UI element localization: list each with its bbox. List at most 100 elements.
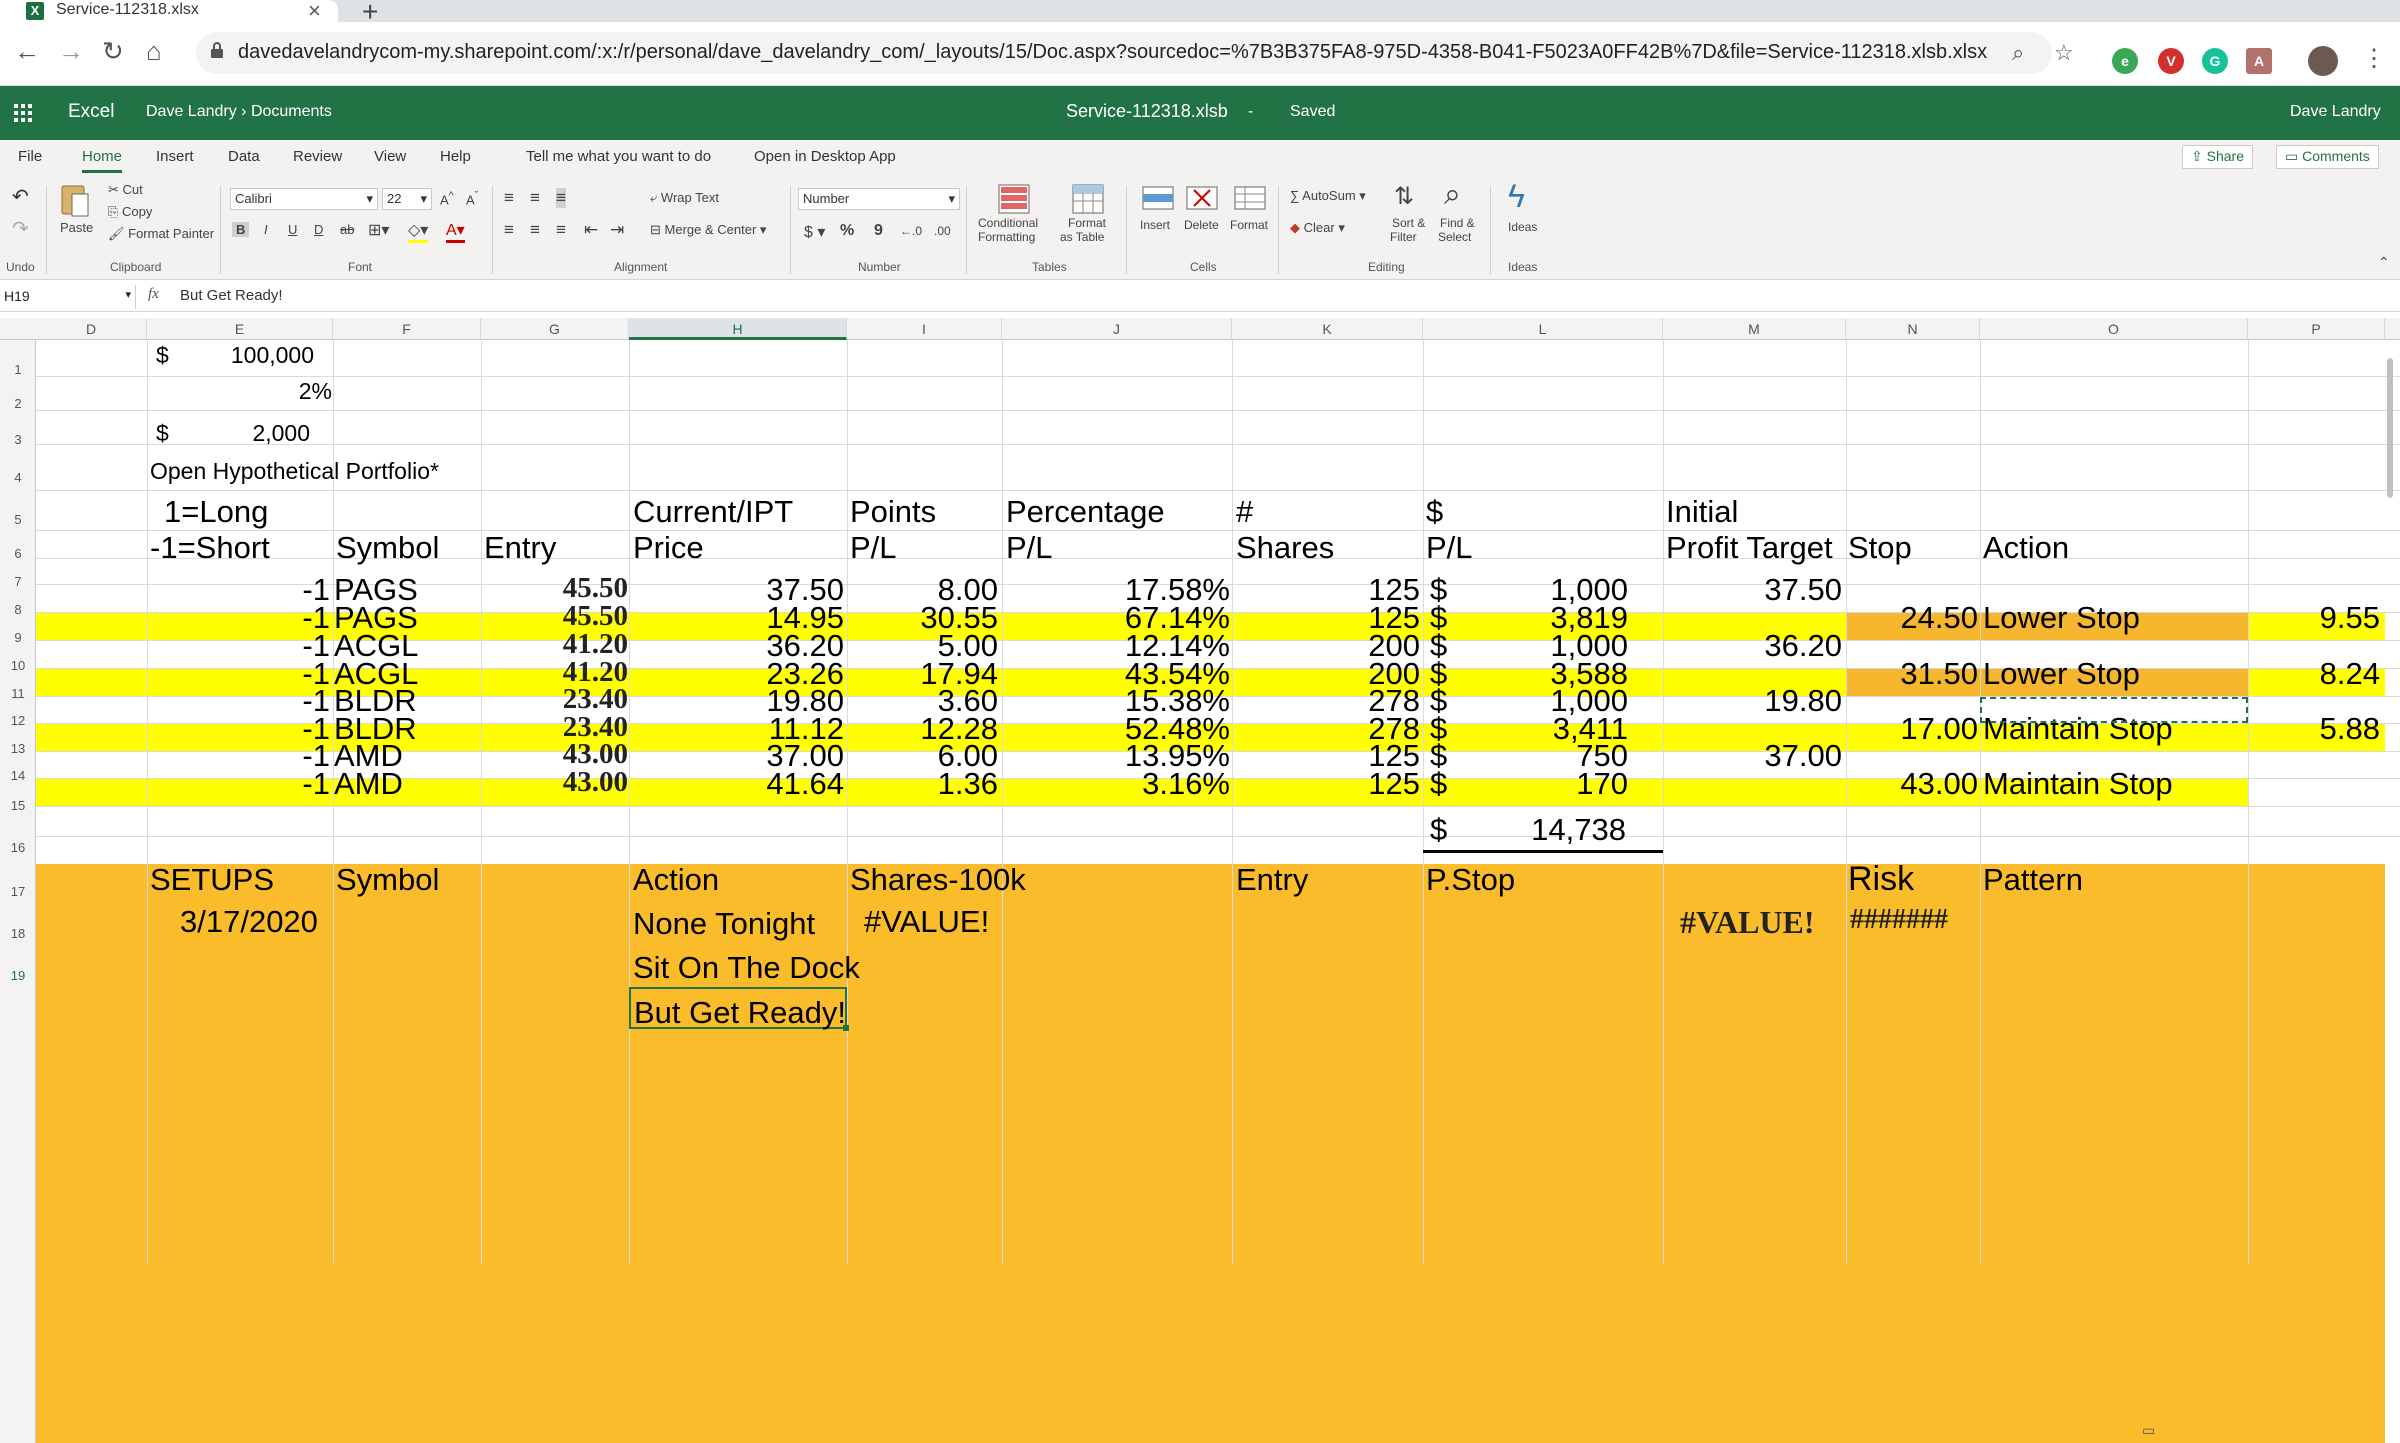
cell-i6[interactable]: P/L bbox=[850, 530, 897, 566]
increase-font-icon[interactable]: A^ bbox=[440, 190, 454, 207]
row-header-9[interactable]: 9 bbox=[0, 630, 36, 645]
trade-percent-cell[interactable]: 3.16% bbox=[1006, 766, 1230, 802]
sort-filter-label-1[interactable]: Sort & bbox=[1392, 216, 1425, 230]
trade-pl-cell[interactable]: 170 bbox=[1460, 766, 1628, 802]
row-header-2[interactable]: 2 bbox=[0, 396, 36, 411]
reload-icon[interactable]: ↻ bbox=[102, 36, 124, 67]
trade-p-value-cell[interactable]: 8.24 bbox=[2252, 656, 2380, 692]
fill-handle[interactable] bbox=[843, 1025, 849, 1031]
cell-e6[interactable]: -1=Short bbox=[150, 530, 270, 566]
trade-price-cell[interactable]: 41.64 bbox=[632, 766, 844, 802]
format-painter-button[interactable]: 🖌 Format Painter bbox=[108, 226, 214, 242]
row-header-4[interactable]: 4 bbox=[0, 470, 36, 485]
row-header-12[interactable]: 12 bbox=[0, 713, 36, 728]
find-select-label-1[interactable]: Find & bbox=[1440, 216, 1475, 230]
paste-label[interactable]: Paste bbox=[60, 220, 93, 235]
tab-view[interactable]: View bbox=[374, 148, 406, 165]
collapse-ribbon-icon[interactable]: ⌃ bbox=[2378, 254, 2390, 271]
cell-k5[interactable]: # bbox=[1236, 494, 1253, 530]
cell-e1[interactable]: 100,000 bbox=[160, 342, 314, 369]
spreadsheet-grid[interactable]: D E F G H I J K L M N O P 1 2 3 4 5 6 7 … bbox=[0, 312, 2400, 1443]
cell-m5[interactable]: Initial bbox=[1666, 494, 1738, 530]
cell-l6[interactable]: P/L bbox=[1426, 530, 1473, 566]
minimize-icon[interactable]: – bbox=[2294, 0, 2304, 9]
tab-home[interactable]: Home bbox=[82, 148, 123, 173]
insert-cells-label[interactable]: Insert bbox=[1140, 218, 1170, 232]
borders-icon[interactable]: ⊞▾ bbox=[368, 220, 389, 240]
cell-g6[interactable]: Entry bbox=[484, 530, 556, 566]
share-button[interactable]: ⇪ Share bbox=[2182, 145, 2253, 169]
decrease-decimal-icon[interactable]: .00 bbox=[934, 224, 951, 238]
row-header-8[interactable]: 8 bbox=[0, 602, 36, 617]
format-as-table-label-1[interactable]: Format bbox=[1068, 216, 1106, 230]
row-header-18[interactable]: 18 bbox=[0, 926, 36, 941]
cell-l5[interactable]: $ bbox=[1426, 494, 1443, 530]
row-header-19[interactable]: 19 bbox=[0, 968, 36, 983]
row-header-16[interactable]: 16 bbox=[0, 840, 36, 855]
find-select-label-2[interactable]: Select bbox=[1438, 230, 1471, 244]
decrease-font-icon[interactable]: Aˇ bbox=[466, 190, 478, 207]
fx-icon[interactable]: fx bbox=[148, 286, 159, 303]
row-header-1[interactable]: 1 bbox=[0, 362, 36, 377]
row-header-13[interactable]: 13 bbox=[0, 741, 36, 756]
cut-button[interactable]: ✂ Cut bbox=[108, 182, 143, 198]
format-cells-icon[interactable] bbox=[1234, 186, 1266, 210]
wrap-text-button[interactable]: ⤶ Wrap Text bbox=[650, 190, 719, 206]
ideas-label[interactable]: Ideas bbox=[1508, 220, 1537, 234]
undo-icon[interactable]: ↶ bbox=[12, 184, 29, 209]
cell-o6[interactable]: Action bbox=[1983, 530, 2069, 566]
tab-help[interactable]: Help bbox=[440, 148, 471, 165]
currency-icon[interactable]: $ ▾ bbox=[804, 222, 825, 242]
trade-action-cell[interactable]: Maintain Stop bbox=[1983, 766, 2243, 802]
pdf-extension-icon[interactable]: A bbox=[2246, 48, 2272, 74]
trade-points-cell[interactable]: 1.36 bbox=[850, 766, 998, 802]
cell-l16[interactable]: P.Stop bbox=[1426, 862, 1515, 898]
row-header-5[interactable]: 5 bbox=[0, 512, 36, 527]
merge-center-button[interactable]: ⊟ Merge & Center ▾ bbox=[650, 222, 766, 238]
conditional-label-2[interactable]: Formatting bbox=[978, 230, 1035, 244]
extension-v-icon[interactable]: V bbox=[2158, 48, 2184, 74]
delete-cells-label[interactable]: Delete bbox=[1184, 218, 1219, 232]
number-format-select[interactable]: Number ▾ bbox=[798, 188, 960, 210]
paste-options-icon[interactable]: ▭ bbox=[2142, 1422, 2155, 1439]
column-header-m[interactable]: M bbox=[1663, 318, 1846, 340]
strikethrough-button[interactable]: ab bbox=[340, 222, 354, 237]
trade-target-cell[interactable]: 36.20 bbox=[1666, 628, 1842, 664]
sort-filter-icon[interactable]: ⇅ bbox=[1394, 182, 1414, 211]
cell-o16[interactable]: Pattern bbox=[1983, 862, 2083, 898]
user-name[interactable]: Dave Landry bbox=[2290, 103, 2381, 121]
formula-input[interactable]: But Get Ready! bbox=[180, 287, 283, 304]
column-header-e[interactable]: E bbox=[147, 318, 333, 340]
font-color-icon[interactable]: A▾ bbox=[446, 220, 465, 243]
comma-style-icon[interactable]: 9 bbox=[874, 222, 883, 240]
tell-me-search[interactable]: Tell me what you want to do bbox=[526, 148, 711, 165]
column-header-h[interactable]: H bbox=[629, 318, 847, 340]
cell-i5[interactable]: Points bbox=[850, 494, 936, 530]
align-top-icon[interactable]: ≡ bbox=[504, 188, 514, 208]
active-cell-h19[interactable]: But Get Ready! bbox=[629, 987, 847, 1030]
cell-m17-error[interactable]: #VALUE! bbox=[1680, 904, 1815, 941]
ideas-icon[interactable]: ϟ bbox=[1508, 178, 1525, 215]
conditional-label-1[interactable]: Conditional bbox=[978, 216, 1038, 230]
cell-n6[interactable]: Stop bbox=[1848, 530, 1912, 566]
conditional-formatting-icon[interactable] bbox=[998, 184, 1030, 214]
cell-m6[interactable]: Profit Target bbox=[1666, 530, 1833, 566]
cell-e4-portfolio-title[interactable]: Open Hypothetical Portfolio* bbox=[150, 458, 439, 485]
document-title[interactable]: Service-112318.xlsb bbox=[1066, 101, 1228, 122]
sort-filter-label-2[interactable]: Filter bbox=[1390, 230, 1417, 244]
font-size-select[interactable]: 22 ▾ bbox=[382, 188, 432, 210]
bold-button[interactable]: B bbox=[232, 222, 250, 237]
cell-e3[interactable]: 2,000 bbox=[160, 420, 310, 447]
comments-button[interactable]: ▭ Comments bbox=[2276, 145, 2379, 169]
cell-l15-total[interactable]: 14,738 bbox=[1440, 812, 1626, 848]
breadcrumb-folder[interactable]: Documents bbox=[251, 103, 332, 120]
trade-stop-cell[interactable]: 43.00 bbox=[1850, 766, 1978, 802]
row-header-17[interactable]: 17 bbox=[0, 884, 36, 899]
row-header-7[interactable]: 7 bbox=[0, 574, 36, 589]
column-header-n[interactable]: N bbox=[1846, 318, 1980, 340]
close-tab-icon[interactable]: × bbox=[308, 0, 321, 24]
fill-color-icon[interactable]: ◇▾ bbox=[408, 220, 429, 243]
autosum-button[interactable]: ∑ AutoSum ▾ bbox=[1290, 188, 1366, 204]
cell-i16[interactable]: Shares-100k bbox=[850, 862, 1026, 898]
cell-f16[interactable]: Symbol bbox=[336, 862, 439, 898]
